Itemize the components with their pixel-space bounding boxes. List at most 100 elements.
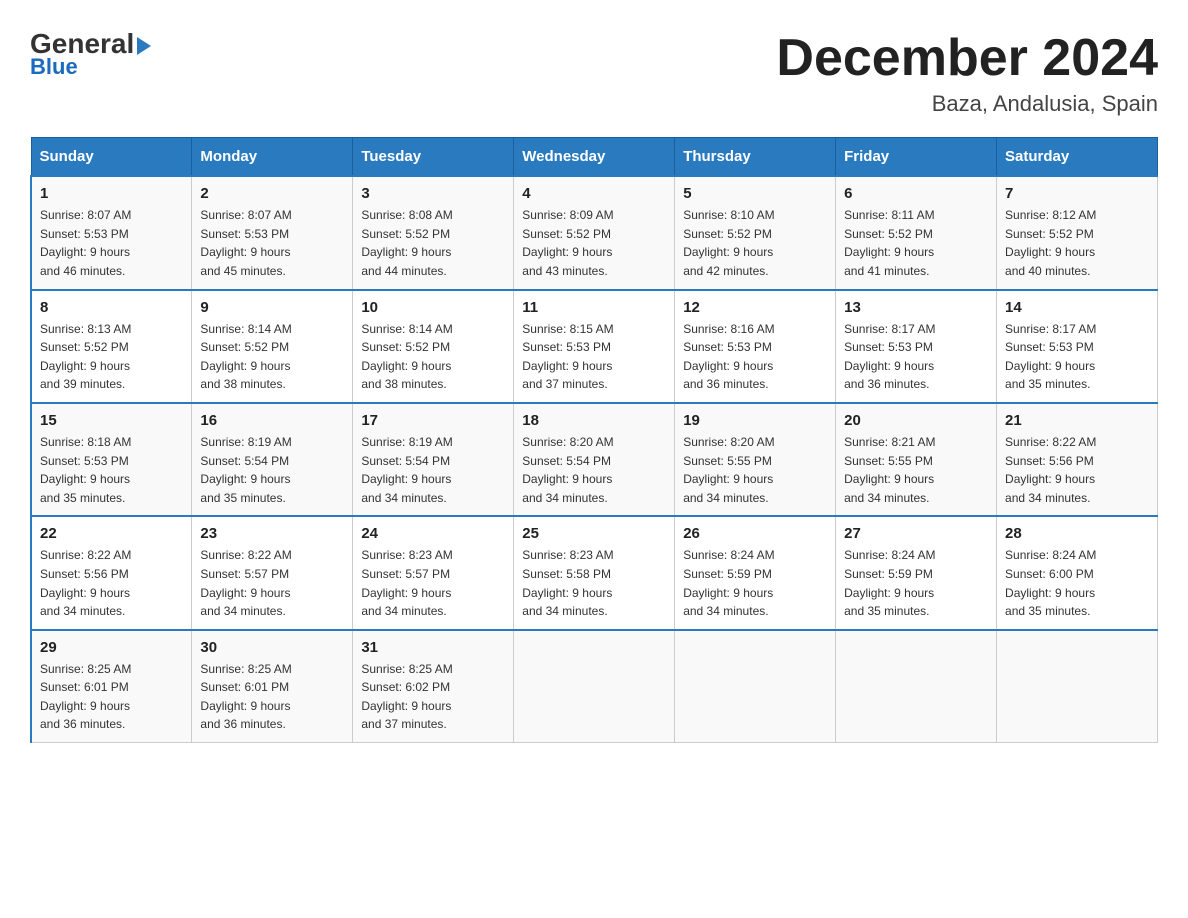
calendar-cell <box>997 630 1158 743</box>
day-info: Sunrise: 8:10 AM Sunset: 5:52 PM Dayligh… <box>683 206 827 280</box>
day-number: 25 <box>522 525 666 542</box>
week-row-2: 8 Sunrise: 8:13 AM Sunset: 5:52 PM Dayli… <box>31 290 1158 403</box>
day-info: Sunrise: 8:22 AM Sunset: 5:57 PM Dayligh… <box>200 546 344 620</box>
day-number: 6 <box>844 185 988 202</box>
column-header-sunday: Sunday <box>31 138 192 177</box>
column-header-thursday: Thursday <box>675 138 836 177</box>
calendar-cell: 24 Sunrise: 8:23 AM Sunset: 5:57 PM Dayl… <box>353 516 514 629</box>
title-block: December 2024 Baza, Andalusia, Spain <box>776 30 1158 117</box>
calendar-cell: 15 Sunrise: 8:18 AM Sunset: 5:53 PM Dayl… <box>31 403 192 516</box>
day-number: 3 <box>361 185 505 202</box>
calendar-cell: 16 Sunrise: 8:19 AM Sunset: 5:54 PM Dayl… <box>192 403 353 516</box>
day-info: Sunrise: 8:23 AM Sunset: 5:58 PM Dayligh… <box>522 546 666 620</box>
calendar-cell: 7 Sunrise: 8:12 AM Sunset: 5:52 PM Dayli… <box>997 176 1158 289</box>
week-row-4: 22 Sunrise: 8:22 AM Sunset: 5:56 PM Dayl… <box>31 516 1158 629</box>
calendar-cell: 14 Sunrise: 8:17 AM Sunset: 5:53 PM Dayl… <box>997 290 1158 403</box>
calendar-body: 1 Sunrise: 8:07 AM Sunset: 5:53 PM Dayli… <box>31 176 1158 742</box>
day-info: Sunrise: 8:24 AM Sunset: 6:00 PM Dayligh… <box>1005 546 1149 620</box>
day-info: Sunrise: 8:16 AM Sunset: 5:53 PM Dayligh… <box>683 320 827 394</box>
calendar-cell: 6 Sunrise: 8:11 AM Sunset: 5:52 PM Dayli… <box>836 176 997 289</box>
day-number: 12 <box>683 299 827 316</box>
day-info: Sunrise: 8:19 AM Sunset: 5:54 PM Dayligh… <box>361 433 505 507</box>
day-number: 23 <box>200 525 344 542</box>
day-info: Sunrise: 8:25 AM Sunset: 6:02 PM Dayligh… <box>361 660 505 734</box>
day-number: 19 <box>683 412 827 429</box>
calendar-table: SundayMondayTuesdayWednesdayThursdayFrid… <box>30 137 1158 743</box>
calendar-cell: 17 Sunrise: 8:19 AM Sunset: 5:54 PM Dayl… <box>353 403 514 516</box>
day-info: Sunrise: 8:14 AM Sunset: 5:52 PM Dayligh… <box>361 320 505 394</box>
calendar-cell: 4 Sunrise: 8:09 AM Sunset: 5:52 PM Dayli… <box>514 176 675 289</box>
day-number: 1 <box>40 185 183 202</box>
calendar-cell: 12 Sunrise: 8:16 AM Sunset: 5:53 PM Dayl… <box>675 290 836 403</box>
column-header-tuesday: Tuesday <box>353 138 514 177</box>
logo: General Blue <box>30 30 151 80</box>
day-info: Sunrise: 8:17 AM Sunset: 5:53 PM Dayligh… <box>844 320 988 394</box>
day-info: Sunrise: 8:24 AM Sunset: 5:59 PM Dayligh… <box>683 546 827 620</box>
main-title: December 2024 <box>776 30 1158 87</box>
day-number: 31 <box>361 639 505 656</box>
logo-bottom: Blue <box>30 54 78 80</box>
week-row-3: 15 Sunrise: 8:18 AM Sunset: 5:53 PM Dayl… <box>31 403 1158 516</box>
day-number: 8 <box>40 299 183 316</box>
day-number: 4 <box>522 185 666 202</box>
day-number: 14 <box>1005 299 1149 316</box>
day-number: 7 <box>1005 185 1149 202</box>
day-number: 10 <box>361 299 505 316</box>
calendar-cell: 26 Sunrise: 8:24 AM Sunset: 5:59 PM Dayl… <box>675 516 836 629</box>
day-number: 2 <box>200 185 344 202</box>
day-info: Sunrise: 8:20 AM Sunset: 5:54 PM Dayligh… <box>522 433 666 507</box>
day-number: 27 <box>844 525 988 542</box>
subtitle: Baza, Andalusia, Spain <box>776 91 1158 117</box>
day-number: 17 <box>361 412 505 429</box>
calendar-cell: 1 Sunrise: 8:07 AM Sunset: 5:53 PM Dayli… <box>31 176 192 289</box>
calendar-header-row: SundayMondayTuesdayWednesdayThursdayFrid… <box>31 138 1158 177</box>
column-header-wednesday: Wednesday <box>514 138 675 177</box>
day-number: 24 <box>361 525 505 542</box>
day-info: Sunrise: 8:18 AM Sunset: 5:53 PM Dayligh… <box>40 433 183 507</box>
calendar-cell: 11 Sunrise: 8:15 AM Sunset: 5:53 PM Dayl… <box>514 290 675 403</box>
calendar-cell: 2 Sunrise: 8:07 AM Sunset: 5:53 PM Dayli… <box>192 176 353 289</box>
calendar-cell <box>836 630 997 743</box>
day-number: 20 <box>844 412 988 429</box>
day-info: Sunrise: 8:22 AM Sunset: 5:56 PM Dayligh… <box>1005 433 1149 507</box>
day-info: Sunrise: 8:11 AM Sunset: 5:52 PM Dayligh… <box>844 206 988 280</box>
day-number: 21 <box>1005 412 1149 429</box>
day-number: 28 <box>1005 525 1149 542</box>
calendar-cell: 21 Sunrise: 8:22 AM Sunset: 5:56 PM Dayl… <box>997 403 1158 516</box>
day-number: 22 <box>40 525 183 542</box>
day-number: 16 <box>200 412 344 429</box>
day-info: Sunrise: 8:24 AM Sunset: 5:59 PM Dayligh… <box>844 546 988 620</box>
day-number: 29 <box>40 639 183 656</box>
day-info: Sunrise: 8:09 AM Sunset: 5:52 PM Dayligh… <box>522 206 666 280</box>
day-number: 15 <box>40 412 183 429</box>
day-info: Sunrise: 8:19 AM Sunset: 5:54 PM Dayligh… <box>200 433 344 507</box>
week-row-5: 29 Sunrise: 8:25 AM Sunset: 6:01 PM Dayl… <box>31 630 1158 743</box>
calendar-cell <box>675 630 836 743</box>
calendar-cell: 10 Sunrise: 8:14 AM Sunset: 5:52 PM Dayl… <box>353 290 514 403</box>
calendar-cell: 30 Sunrise: 8:25 AM Sunset: 6:01 PM Dayl… <box>192 630 353 743</box>
day-info: Sunrise: 8:25 AM Sunset: 6:01 PM Dayligh… <box>40 660 183 734</box>
calendar-cell: 3 Sunrise: 8:08 AM Sunset: 5:52 PM Dayli… <box>353 176 514 289</box>
day-info: Sunrise: 8:13 AM Sunset: 5:52 PM Dayligh… <box>40 320 183 394</box>
calendar-cell: 19 Sunrise: 8:20 AM Sunset: 5:55 PM Dayl… <box>675 403 836 516</box>
calendar-cell: 18 Sunrise: 8:20 AM Sunset: 5:54 PM Dayl… <box>514 403 675 516</box>
calendar-cell: 13 Sunrise: 8:17 AM Sunset: 5:53 PM Dayl… <box>836 290 997 403</box>
day-number: 26 <box>683 525 827 542</box>
calendar-cell: 20 Sunrise: 8:21 AM Sunset: 5:55 PM Dayl… <box>836 403 997 516</box>
day-info: Sunrise: 8:15 AM Sunset: 5:53 PM Dayligh… <box>522 320 666 394</box>
day-number: 9 <box>200 299 344 316</box>
day-number: 30 <box>200 639 344 656</box>
day-info: Sunrise: 8:20 AM Sunset: 5:55 PM Dayligh… <box>683 433 827 507</box>
day-number: 5 <box>683 185 827 202</box>
calendar-cell: 22 Sunrise: 8:22 AM Sunset: 5:56 PM Dayl… <box>31 516 192 629</box>
page-header: General Blue December 2024 Baza, Andalus… <box>30 30 1158 117</box>
calendar-cell: 31 Sunrise: 8:25 AM Sunset: 6:02 PM Dayl… <box>353 630 514 743</box>
calendar-cell: 27 Sunrise: 8:24 AM Sunset: 5:59 PM Dayl… <box>836 516 997 629</box>
day-info: Sunrise: 8:08 AM Sunset: 5:52 PM Dayligh… <box>361 206 505 280</box>
day-info: Sunrise: 8:17 AM Sunset: 5:53 PM Dayligh… <box>1005 320 1149 394</box>
calendar-cell: 29 Sunrise: 8:25 AM Sunset: 6:01 PM Dayl… <box>31 630 192 743</box>
day-info: Sunrise: 8:21 AM Sunset: 5:55 PM Dayligh… <box>844 433 988 507</box>
day-number: 18 <box>522 412 666 429</box>
day-number: 13 <box>844 299 988 316</box>
day-info: Sunrise: 8:07 AM Sunset: 5:53 PM Dayligh… <box>200 206 344 280</box>
